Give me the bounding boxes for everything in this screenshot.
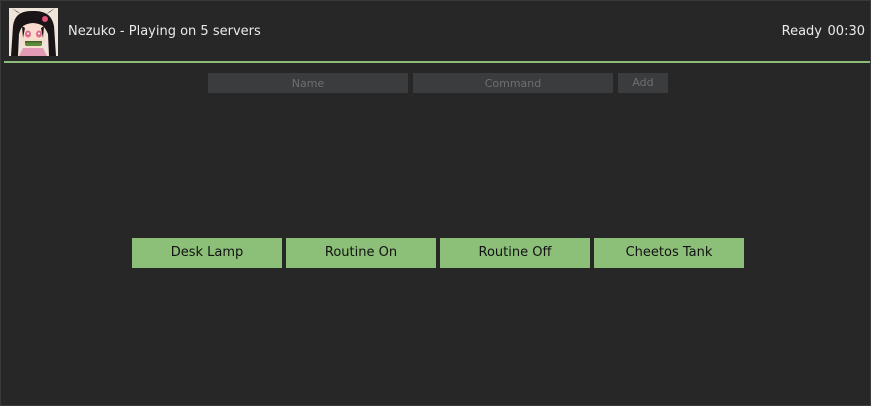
app-window: Nezuko - Playing on 5 servers Ready 00:3… <box>0 0 871 406</box>
cheetos-tank-button[interactable]: Cheetos Tank <box>594 238 744 268</box>
bot-status-title: Nezuko - Playing on 5 servers <box>68 24 261 39</box>
header-bar: Nezuko - Playing on 5 servers Ready 00:3… <box>1 1 870 61</box>
elapsed-time: 00:30 <box>827 24 865 39</box>
bot-avatar <box>9 8 58 56</box>
connection-status: Ready <box>781 24 822 39</box>
name-input[interactable] <box>208 73 408 93</box>
avatar-image-icon <box>9 8 58 56</box>
desk-lamp-button[interactable]: Desk Lamp <box>132 238 282 268</box>
header-divider <box>4 61 870 63</box>
add-button[interactable]: Add <box>618 73 668 93</box>
routine-off-button[interactable]: Routine Off <box>440 238 590 268</box>
command-input[interactable] <box>413 73 613 93</box>
routine-on-button[interactable]: Routine On <box>286 238 436 268</box>
